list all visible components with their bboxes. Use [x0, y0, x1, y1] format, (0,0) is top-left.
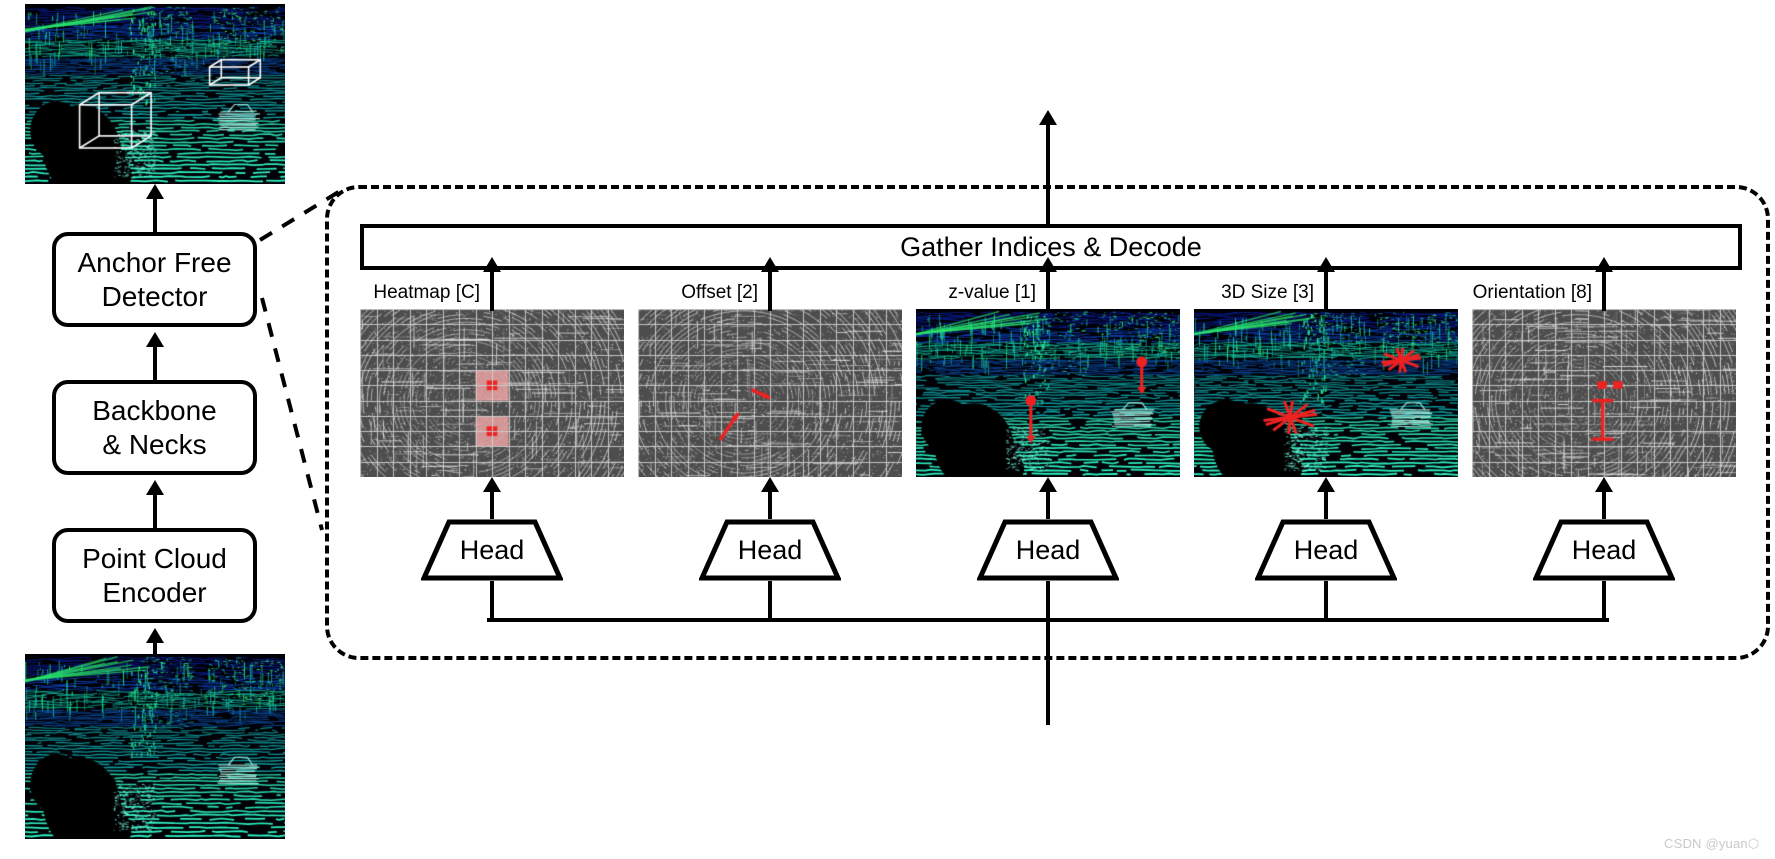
arrow-head-to-orientation: [1602, 489, 1606, 519]
head-block-3d-size[interactable]: Head: [1255, 519, 1397, 581]
head-block-offset[interactable]: Head: [699, 519, 841, 581]
head-label: Head: [1293, 534, 1359, 565]
pipeline-box-anchor-free-detector[interactable]: Anchor Free Detector: [52, 232, 257, 327]
head-block-z-value[interactable]: Head: [977, 519, 1119, 581]
arrowhead-z-value-to-gather: [1039, 257, 1057, 272]
pipeline-box-backbone-necks[interactable]: Backbone & Necks: [52, 380, 257, 475]
arrow-head-to-3d-size: [1324, 489, 1328, 519]
feature-map-label-z-value: z-value [1]: [948, 282, 1036, 303]
bus-stem-orientation: [1602, 581, 1606, 620]
arrow-head-to-heatmap: [490, 489, 494, 519]
arrowhead-head-to-z-value: [1039, 477, 1057, 492]
head-input-bus: [487, 618, 1609, 622]
arrow-head-to-offset: [768, 489, 772, 519]
arrowhead-encoder-to-backbone: [146, 480, 164, 495]
detector-output-arrowhead: [1039, 110, 1057, 125]
bus-stem-z-value: [1046, 581, 1050, 620]
arrow-z-value-to-gather: [1046, 269, 1050, 311]
arrowhead-head-to-offset: [761, 477, 779, 492]
feature-map-orientation: [1472, 309, 1736, 477]
arrow-3d-size-to-gather: [1324, 269, 1328, 311]
feature-map-z-value: [916, 309, 1180, 477]
head-label: Head: [737, 534, 803, 565]
arrow-head-to-z-value: [1046, 489, 1050, 519]
feature-map-label-offset: Offset [2]: [681, 282, 758, 303]
pipeline-box-label: Anchor Free Detector: [77, 247, 232, 312]
bus-stem-3d-size: [1324, 581, 1328, 620]
arrow-offset-to-gather: [768, 269, 772, 311]
pipeline-box-label: Backbone & Necks: [92, 395, 217, 460]
arrowhead-heatmap-to-gather: [483, 257, 501, 272]
feature-map-label-heatmap: Heatmap [C]: [373, 282, 480, 303]
head-block-heatmap[interactable]: Head: [421, 519, 563, 581]
arrowhead-offset-to-gather: [761, 257, 779, 272]
feature-map-heatmap: [360, 309, 624, 477]
bus-stem-heatmap: [490, 581, 494, 620]
feature-map-label-orientation: Orientation [8]: [1472, 282, 1592, 303]
arrowhead-head-to-orientation: [1595, 477, 1613, 492]
pipeline-box-point-cloud-encoder[interactable]: Point Cloud Encoder: [52, 528, 257, 623]
bus-stem-offset: [768, 581, 772, 620]
input-point-cloud-image: [25, 654, 285, 839]
watermark: CSDN @yuan⬡: [1664, 836, 1760, 851]
arrow-heatmap-to-gather: [490, 269, 494, 311]
arrowhead-head-to-heatmap: [483, 477, 501, 492]
diagram-canvas: Anchor Free Detector Backbone & Necks Po…: [0, 0, 1775, 859]
arrowhead-backbone-to-detector: [146, 332, 164, 347]
arrowhead-input-to-encoder: [146, 628, 164, 643]
arrow-orientation-to-gather: [1602, 269, 1606, 311]
pipeline-box-label: Point Cloud Encoder: [82, 543, 227, 608]
feature-map-offset: [638, 309, 902, 477]
feature-map-label-3d-size: 3D Size [3]: [1221, 282, 1314, 303]
feature-map-3d-size: [1194, 309, 1458, 477]
head-block-orientation[interactable]: Head: [1533, 519, 1675, 581]
arrowhead-3d-size-to-gather: [1317, 257, 1335, 272]
head-label: Head: [1015, 534, 1081, 565]
head-label: Head: [459, 534, 525, 565]
arrowhead-orientation-to-gather: [1595, 257, 1613, 272]
detection-result-image: [25, 4, 285, 184]
arrowhead-detector-to-result: [146, 184, 164, 199]
head-label: Head: [1571, 534, 1637, 565]
arrowhead-head-to-3d-size: [1317, 477, 1335, 492]
